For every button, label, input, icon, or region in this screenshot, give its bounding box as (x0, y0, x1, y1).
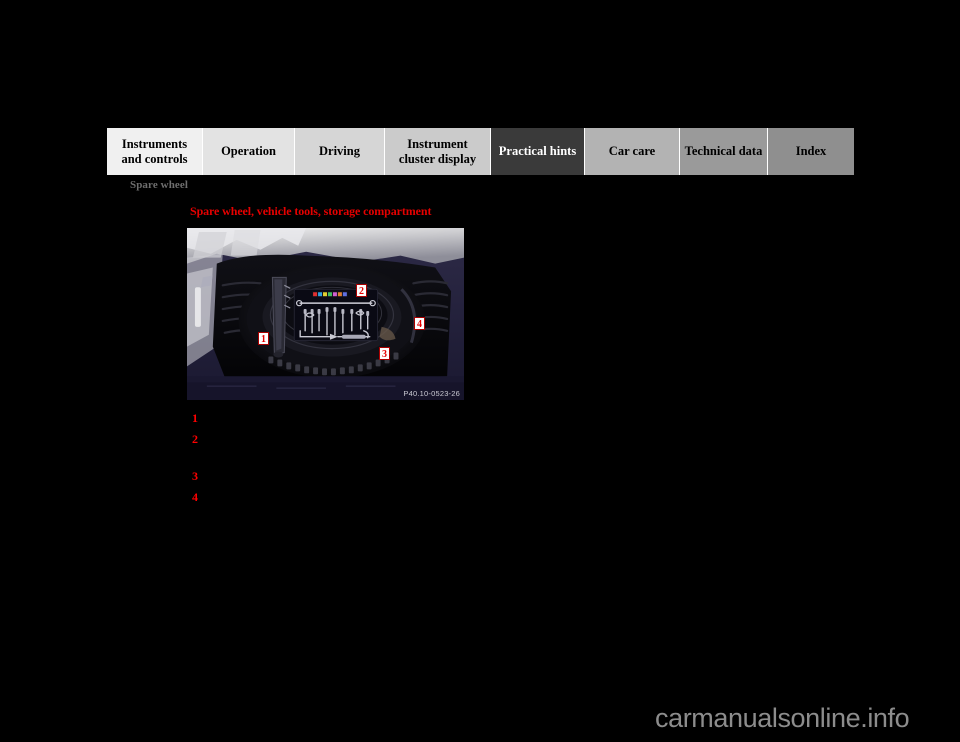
tab-car-care[interactable]: Car care (585, 128, 680, 175)
figure-callout-2: 2 (356, 284, 367, 297)
tab-label: Instruments and controls (121, 137, 188, 166)
tab-instruments-and-controls[interactable]: Instruments and controls (107, 128, 203, 175)
legend-item-1: 1 (192, 412, 812, 425)
spare-wheel-illustration: P40.10-0523-26 1 2 3 4 (186, 227, 465, 401)
tab-label: Operation (221, 144, 276, 159)
tab-instrument-cluster-display[interactable]: Instrument cluster display (385, 128, 491, 175)
figure-code: P40.10-0523-26 (403, 389, 460, 398)
tab-driving[interactable]: Driving (295, 128, 385, 175)
legend-item-4: 4 (192, 491, 812, 504)
legend-number: 4 (192, 490, 198, 504)
legend-number: 3 (192, 469, 198, 483)
figure-callout-4: 4 (414, 317, 425, 330)
tab-label: Practical hints (498, 144, 577, 159)
tab-practical-hints[interactable]: Practical hints (491, 128, 585, 175)
figure-heading: Spare wheel, vehicle tools, storage comp… (190, 204, 432, 218)
tab-label: Technical data (684, 144, 763, 159)
legend-number: 1 (192, 411, 198, 425)
tab-label: Instrument cluster display (398, 137, 477, 166)
tab-index[interactable]: Index (768, 128, 854, 175)
legend-item-2: 2 (192, 433, 812, 446)
tab-operation[interactable]: Operation (203, 128, 295, 175)
tab-label: Index (795, 144, 827, 159)
legend-number: 2 (192, 432, 198, 446)
site-watermark: carmanualsonline.info (655, 703, 910, 733)
section-header: Spare wheel (130, 179, 189, 191)
tab-label: Car care (608, 144, 656, 159)
figure-callout-3: 3 (379, 347, 390, 360)
tab-label: Driving (319, 144, 360, 159)
trunk-well-drawing (187, 228, 464, 400)
tab-technical-data[interactable]: Technical data (680, 128, 768, 175)
figure-legend-list: 1 2 3 4 (192, 412, 812, 512)
legend-item-3: 3 (192, 470, 812, 483)
figure-callout-1: 1 (258, 332, 269, 345)
chapter-tab-bar: Instruments and controls Operation Drivi… (107, 128, 854, 175)
